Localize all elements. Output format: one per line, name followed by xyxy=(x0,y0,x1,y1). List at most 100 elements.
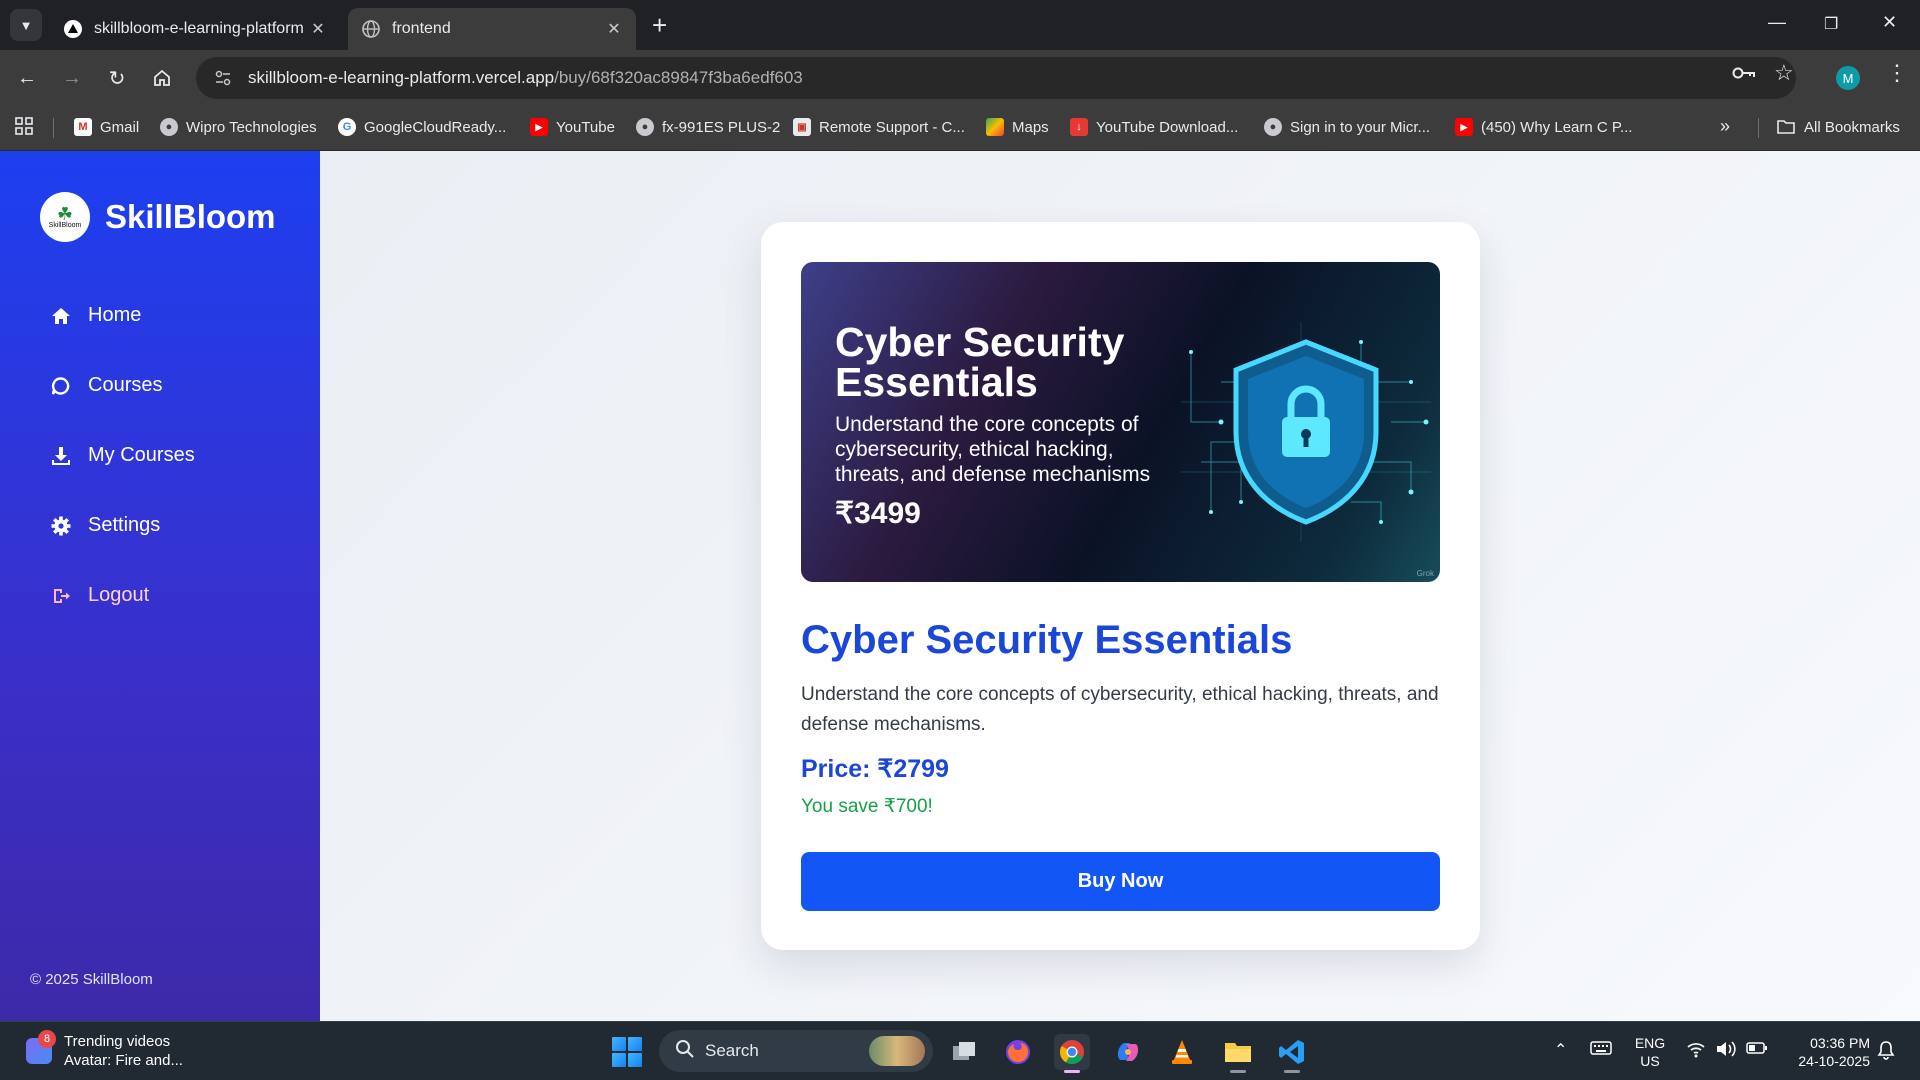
course-title: Cyber Security Essentials xyxy=(801,618,1293,662)
wifi-icon[interactable] xyxy=(1686,1040,1706,1063)
windows-taskbar: 8 Trending videos Avatar: Fire and... Se… xyxy=(0,1021,1920,1080)
show-hidden-icons-chevron-icon[interactable]: ⌃ xyxy=(1554,1040,1567,1060)
widgets-icon: 8 xyxy=(26,1030,56,1064)
bookmark-label: (450) Why Learn C P... xyxy=(1481,118,1633,136)
globe-icon: ● xyxy=(1264,118,1282,136)
bookmark-star-icon[interactable]: ☆ xyxy=(1774,60,1794,86)
search-placeholder: Search xyxy=(705,1041,759,1060)
copilot-icon[interactable] xyxy=(1110,1034,1146,1070)
clock[interactable]: 03:36 PM 24-10-2025 xyxy=(1780,1034,1870,1070)
bookmark-wipro[interactable]: ● Wipro Technologies xyxy=(160,118,317,136)
bookmarks-bar: M Gmail ● Wipro Technologies G GoogleClo… xyxy=(0,106,1920,151)
bookmark-gmail[interactable]: M Gmail xyxy=(74,118,139,136)
bookmark-fx991[interactable]: ● fx-991ES PLUS-2 xyxy=(636,118,780,136)
windows-start-icon[interactable] xyxy=(612,1037,642,1067)
back-arrow-icon[interactable]: ← xyxy=(13,64,41,92)
bookmark-youtube-download[interactable]: ↓ YouTube Download... xyxy=(1070,118,1238,136)
bookmark-why-learn-c[interactable]: ▶ (450) Why Learn C P... xyxy=(1455,118,1632,136)
apps-grid-icon[interactable] xyxy=(14,116,34,136)
keyboard-icon[interactable] xyxy=(1590,1040,1612,1061)
widget-title: Trending videos xyxy=(64,1033,171,1050)
bookmark-microsoft-signin[interactable]: ● Sign in to your Micr... xyxy=(1264,118,1430,136)
tab-frontend[interactable]: frontend ✕ xyxy=(348,8,636,50)
bookmark-remote-support[interactable]: ▣ Remote Support - C... xyxy=(793,118,965,136)
browser-toolbar: ← → ↻ skillbloom-e-learning-platform.ver… xyxy=(0,50,1920,106)
sidebar-item-logout[interactable]: Logout xyxy=(50,584,149,607)
youtube-icon: ▶ xyxy=(1455,118,1473,136)
bookmark-googlecloudready[interactable]: G GoogleCloudReady... xyxy=(338,118,506,136)
more-bookmarks-chevron-icon[interactable]: » xyxy=(1720,116,1730,137)
maps-icon xyxy=(986,118,1004,136)
vscode-icon[interactable] xyxy=(1274,1034,1310,1073)
shield-lock-icon xyxy=(1181,322,1431,542)
tab-title: skillbloom-e-learning-platform xyxy=(94,20,304,37)
bookmark-divider xyxy=(53,118,54,138)
bookmark-label: Wipro Technologies xyxy=(186,118,317,136)
sprout-icon: ☘ xyxy=(56,203,74,224)
search-highlight-image xyxy=(869,1036,925,1066)
task-view-icon[interactable] xyxy=(946,1034,982,1070)
more-menu-icon[interactable]: ⋮ xyxy=(1886,60,1908,86)
bookmark-maps[interactable]: Maps xyxy=(986,118,1049,136)
chrome-icon[interactable] xyxy=(1054,1034,1090,1073)
sidebar-item-home[interactable]: Home xyxy=(50,304,141,327)
active-app-indicator xyxy=(1064,1070,1080,1073)
address-bar[interactable]: skillbloom-e-learning-platform.vercel.ap… xyxy=(196,57,1796,99)
tab-search-chevron-icon[interactable]: ▼ xyxy=(10,9,42,41)
home-page-icon[interactable] xyxy=(148,64,176,92)
running-app-indicator xyxy=(1284,1070,1300,1073)
minimize-icon[interactable]: — xyxy=(1768,12,1786,33)
course-purchase-card: Cyber Security Essentials Understand the… xyxy=(761,222,1480,950)
running-app-indicator xyxy=(1230,1070,1246,1073)
notifications-bell-icon[interactable] xyxy=(1876,1040,1896,1065)
profile-avatar[interactable]: M xyxy=(1836,66,1860,90)
tab-skillbloom[interactable]: skillbloom-e-learning-platform ✕ xyxy=(50,8,340,50)
banner-price: ₹3499 xyxy=(835,497,921,530)
buy-now-button[interactable]: Buy Now xyxy=(801,852,1440,911)
bookmark-label: YouTube xyxy=(556,118,615,136)
forward-arrow-icon[interactable]: → xyxy=(58,64,86,92)
savings-text: You save ₹700! xyxy=(801,796,933,817)
reload-icon[interactable]: ↻ xyxy=(103,64,131,92)
logout-icon xyxy=(50,585,72,607)
bookmark-label: YouTube Download... xyxy=(1096,118,1239,136)
tab-close-icon[interactable]: ✕ xyxy=(604,19,624,39)
all-bookmarks-label: All Bookmarks xyxy=(1804,118,1900,136)
site-info-icon[interactable] xyxy=(208,69,238,87)
home-icon xyxy=(50,305,72,327)
url-path: /buy/68f320ac89847f3ba6edf603 xyxy=(554,68,803,87)
sidebar-item-label: My Courses xyxy=(88,444,195,466)
bookmark-label: Maps xyxy=(1012,118,1049,136)
restore-icon[interactable]: ❐ xyxy=(1824,14,1838,34)
globe-icon: ● xyxy=(636,118,654,136)
sidebar-item-label: Settings xyxy=(88,514,161,536)
widget-subtitle: Avatar: Fire and... xyxy=(64,1052,183,1069)
search-icon xyxy=(675,1039,695,1064)
widgets-button[interactable]: 8 Trending videos Avatar: Fire and... xyxy=(26,1030,183,1070)
brand[interactable]: ☘ SkillBloom SkillBloom xyxy=(40,192,276,242)
region-code: US xyxy=(1640,1053,1660,1069)
language-indicator[interactable]: ENG US xyxy=(1630,1034,1670,1070)
sidebar-item-settings[interactable]: Settings xyxy=(50,514,160,537)
url-text: skillbloom-e-learning-platform.vercel.ap… xyxy=(248,68,803,88)
sidebar-item-courses[interactable]: Courses xyxy=(50,374,162,397)
url-host: skillbloom-e-learning-platform.vercel.ap… xyxy=(248,68,555,87)
firefox-icon[interactable] xyxy=(1000,1034,1036,1070)
bookmark-label: Gmail xyxy=(100,118,140,136)
all-bookmarks[interactable]: All Bookmarks xyxy=(1776,118,1900,136)
battery-icon[interactable] xyxy=(1746,1040,1768,1061)
sidebar-item-label: Logout xyxy=(88,584,150,606)
bookmark-label: GoogleCloudReady... xyxy=(364,118,507,136)
taskbar-search[interactable]: Search xyxy=(659,1030,933,1072)
logo-text: SkillBloom xyxy=(48,221,82,229)
password-key-icon[interactable] xyxy=(1732,64,1756,87)
banner-watermark: Grok xyxy=(1416,569,1434,578)
vlc-icon[interactable] xyxy=(1164,1034,1200,1070)
sidebar-item-my-courses[interactable]: My Courses xyxy=(50,444,195,467)
file-explorer-icon[interactable] xyxy=(1220,1034,1256,1073)
window-close-icon[interactable]: ✕ xyxy=(1882,12,1897,33)
tab-close-icon[interactable]: ✕ xyxy=(308,19,328,39)
new-tab-plus-icon[interactable]: + xyxy=(652,12,667,38)
bookmark-youtube[interactable]: ▶ YouTube xyxy=(530,118,615,136)
volume-icon[interactable] xyxy=(1715,1040,1737,1063)
